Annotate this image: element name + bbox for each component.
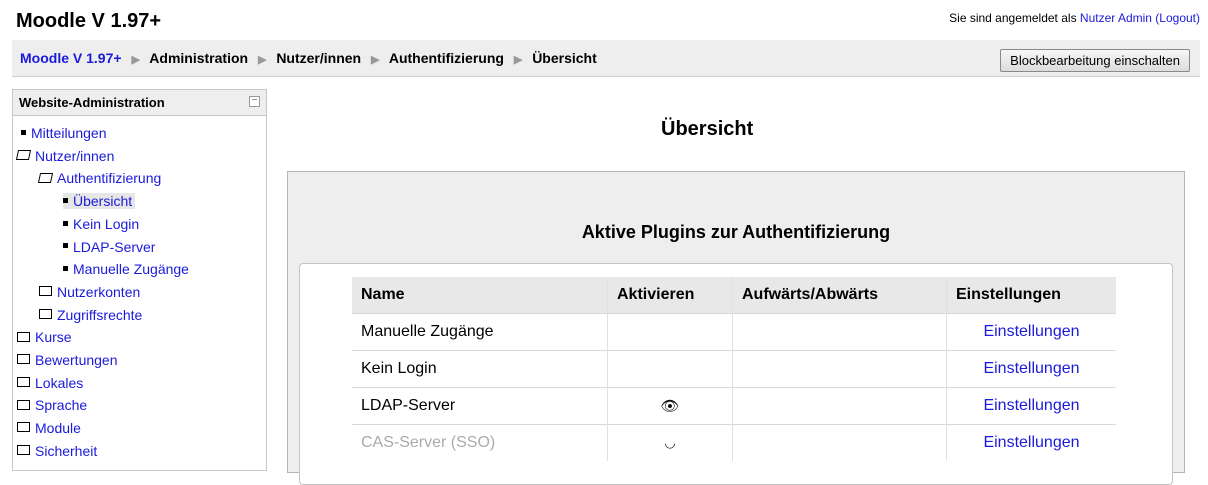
sidebar-item-zugriffsrechte[interactable]: Zugriffsrechte (13, 304, 189, 327)
breadcrumb-users[interactable]: Nutzer/innen (276, 50, 361, 66)
activate-cell (607, 350, 733, 388)
plugin-name: LDAP-Server (352, 387, 608, 425)
bullet-square-icon (63, 220, 68, 226)
table-row: Manuelle Zugänge Einstellungen (352, 313, 1116, 351)
bullet-square-icon (63, 266, 68, 272)
activate-cell: 👁 (607, 387, 733, 425)
page-title: Übersicht (661, 118, 754, 140)
table-header-row: Name Aktivieren Aufwärts/Abwärts Einstel… (352, 277, 1116, 314)
navbar: Moodle V 1.97+ ▶ Administration ▶ Nutzer… (12, 40, 1200, 77)
site-admin-block: Website-Administration − Mitteilungen Nu… (12, 89, 267, 471)
sidebar-item-module[interactable]: Module (13, 417, 189, 440)
auth-plugins-panel: Name Aktivieren Aufwärts/Abwärts Einstel… (299, 263, 1173, 485)
folder-icon (17, 377, 30, 388)
sidebar-item-kurse[interactable]: Kurse (13, 326, 189, 349)
bullet-square-icon (63, 243, 68, 249)
folder-icon (39, 308, 52, 319)
eye-open-icon[interactable]: 👁 (660, 398, 679, 415)
breadcrumb-administration[interactable]: Administration (149, 50, 248, 66)
folder-open-icon (37, 172, 54, 183)
user-profile-link[interactable]: Nutzer Admin (1080, 11, 1152, 25)
settings-link[interactable]: Einstellungen (983, 323, 1079, 340)
sidebar-item-bewertungen[interactable]: Bewertungen (13, 349, 189, 372)
table-row: CAS-Server (SSO) ◡ Einstellungen (352, 424, 1116, 461)
folder-icon (17, 422, 30, 433)
collapse-icon[interactable]: − (249, 96, 260, 107)
breadcrumb-home[interactable]: Moodle V 1.97+ (20, 50, 122, 66)
updown-cell (732, 424, 947, 461)
updown-cell (732, 350, 947, 388)
block-editing-button[interactable]: Blockbearbeitung einschalten (1000, 49, 1190, 72)
site-admin-block-title: Website-Administration (19, 95, 165, 110)
bullet-square-icon (21, 129, 26, 135)
breadcrumb-separator-icon: ▶ (131, 54, 140, 66)
section-heading: Aktive Plugins zur Authentifizierung (581, 222, 891, 242)
settings-link[interactable]: Einstellungen (983, 360, 1079, 377)
login-prefix: Sie sind angemeldet als (949, 11, 1077, 25)
sidebar-item-manuelle-zugaenge[interactable]: Manuelle Zugänge (13, 258, 189, 281)
folder-icon (17, 445, 30, 456)
admin-tree: Mitteilungen Nutzer/innen Authentifizier… (13, 122, 189, 463)
plugin-name: CAS-Server (SSO) (352, 424, 608, 461)
column-header-name: Name (352, 277, 608, 314)
column-header-updown: Aufwärts/Abwärts (732, 277, 947, 314)
breadcrumb-current: Übersicht (532, 50, 597, 66)
updown-cell (732, 313, 947, 351)
activate-cell: ◡ (607, 424, 733, 461)
sidebar-item-lokales[interactable]: Lokales (13, 372, 189, 395)
table-row: Kein Login Einstellungen (352, 350, 1116, 388)
plugin-name: Kein Login (352, 350, 608, 388)
sidebar-item-kein-login[interactable]: Kein Login (13, 213, 189, 236)
column-header-settings: Einstellungen (946, 277, 1116, 314)
login-info: Sie sind angemeldet als Nutzer Admin (Lo… (949, 11, 1200, 25)
sidebar-item-nutzer[interactable]: Nutzer/innen (13, 145, 189, 168)
sidebar-item-uebersicht[interactable]: Übersicht (13, 190, 189, 213)
folder-icon (17, 354, 30, 365)
breadcrumb: Moodle V 1.97+ ▶ Administration ▶ Nutzer… (20, 50, 597, 66)
updown-cell (732, 387, 947, 425)
bullet-square-icon (63, 197, 68, 203)
auth-plugins-box: Aktive Plugins zur Authentifizierung Nam… (287, 171, 1185, 485)
sidebar-item-ldap-server[interactable]: LDAP-Server (13, 236, 189, 259)
column-header-activate: Aktivieren (607, 277, 733, 314)
folder-icon (17, 399, 30, 410)
sidebar-item-mitteilungen[interactable]: Mitteilungen (13, 122, 189, 145)
breadcrumb-authentication[interactable]: Authentifizierung (389, 50, 504, 66)
sidebar-item-nutzerkonten[interactable]: Nutzerkonten (13, 281, 189, 304)
auth-plugins-table: Name Aktivieren Aufwärts/Abwärts Einstel… (352, 277, 1116, 461)
site-title: Moodle V 1.97+ (16, 10, 162, 32)
eye-closed-icon[interactable]: ◡ (664, 435, 675, 450)
sidebar-item-sicherheit[interactable]: Sicherheit (13, 440, 189, 463)
logout-link[interactable]: (Logout) (1155, 11, 1200, 25)
sidebar-item-sprache[interactable]: Sprache (13, 394, 189, 417)
breadcrumb-separator-icon: ▶ (513, 54, 523, 66)
settings-link[interactable]: Einstellungen (983, 397, 1079, 414)
breadcrumb-separator-icon: ▶ (370, 54, 380, 66)
folder-icon (39, 286, 52, 297)
folder-icon (17, 331, 30, 342)
activate-cell (607, 313, 733, 351)
settings-link[interactable]: Einstellungen (983, 434, 1079, 451)
site-admin-block-header: Website-Administration − (13, 90, 266, 116)
sidebar-item-authentifizierung[interactable]: Authentifizierung (13, 167, 189, 190)
breadcrumb-separator-icon: ▶ (257, 54, 267, 66)
table-row: LDAP-Server 👁 Einstellungen (352, 387, 1116, 425)
plugin-name: Manuelle Zugänge (352, 313, 608, 351)
folder-open-icon (15, 150, 32, 160)
